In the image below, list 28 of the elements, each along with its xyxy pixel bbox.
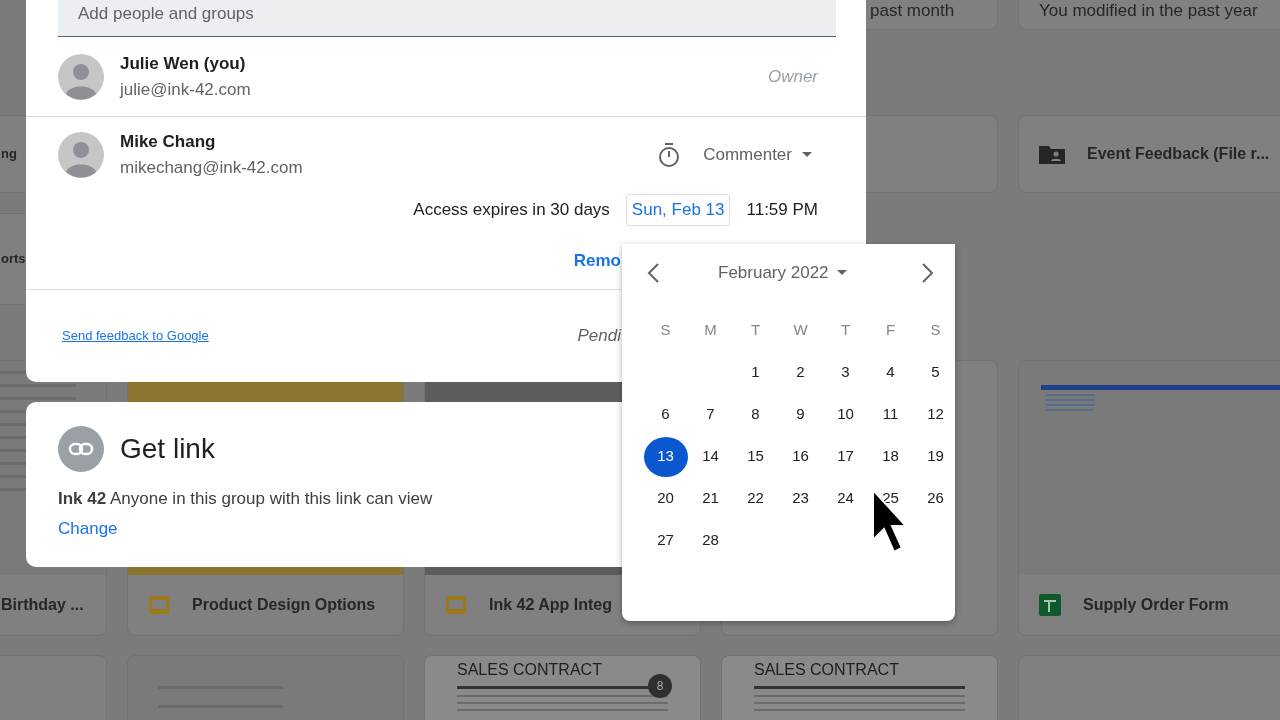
contract-heading: SALES CONTRACT	[754, 660, 900, 680]
weekday-label: S	[930, 320, 941, 341]
person-email: julie@ink-42.com	[120, 78, 251, 101]
count-badge: 8	[648, 674, 672, 698]
role-label: Owner	[767, 65, 818, 88]
weekday-label: T	[750, 320, 761, 341]
file-name: Product Design Options	[192, 595, 376, 615]
card-heading: You modified in the past year	[1039, 0, 1258, 22]
file-name: Ink 42 App Integ	[489, 595, 612, 615]
file-name: ng	[1, 145, 17, 164]
weekday-label: M	[704, 320, 717, 341]
weekday-label: S	[660, 320, 671, 341]
file-name: orts	[1, 250, 26, 269]
weekday-label: T	[840, 320, 851, 341]
person-email: mikechang@ink-42.com	[120, 156, 303, 179]
card-heading: past month	[870, 0, 955, 22]
get-link-title: Get link	[120, 432, 215, 466]
file-name: Event Feedback (File r...	[1087, 144, 1270, 164]
weekday-label: F	[885, 320, 896, 341]
pending-label: Pendi	[577, 325, 621, 348]
weekday-label: W	[793, 320, 808, 341]
person-name: Julie Wen (you)	[120, 53, 247, 75]
person-name: Mike Chang	[120, 131, 217, 153]
contract-heading: SALES CONTRACT	[457, 660, 603, 680]
file-name: Supply Order Form	[1083, 595, 1229, 615]
expiry-label: Access expires in 30 days	[413, 199, 610, 221]
link-access-text: Ink 42 Anyone in this group with this link can view	[58, 488, 434, 510]
file-name: Birthday ...	[1, 595, 84, 615]
